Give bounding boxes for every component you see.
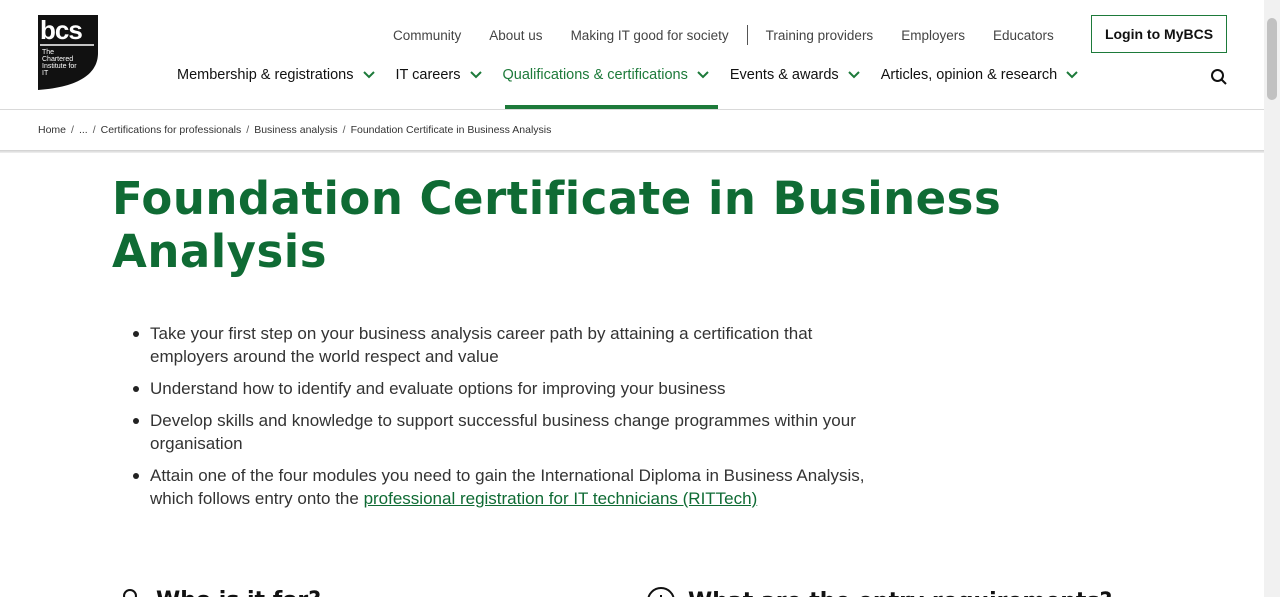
chevron-down-icon: [469, 71, 482, 79]
main-nav: Membership & registrations IT careers Qu…: [177, 64, 1079, 86]
breadcrumb-divider: [0, 150, 1264, 153]
breadcrumb-business-analysis[interactable]: Business analysis: [254, 124, 337, 136]
util-link-employers[interactable]: Employers: [901, 28, 965, 43]
rittech-link[interactable]: professional registration for IT technic…: [364, 489, 758, 508]
list-item: Understand how to identify and evaluate …: [130, 377, 890, 400]
utility-nav: Community About us Making IT good for so…: [393, 25, 1054, 45]
section-title: Who is it for?: [156, 588, 321, 597]
util-link-community[interactable]: Community: [393, 28, 461, 43]
active-nav-indicator: [505, 105, 718, 109]
util-link-educators[interactable]: Educators: [993, 28, 1054, 43]
nav-articles[interactable]: Articles, opinion & research: [881, 67, 1080, 83]
scrollbar[interactable]: [1264, 0, 1280, 597]
list-item: Take your first step on your business an…: [130, 322, 890, 368]
nav-label: IT careers: [395, 67, 461, 83]
breadcrumb-current[interactable]: Foundation Certificate in Business Analy…: [351, 124, 552, 136]
chevron-down-icon: [1066, 71, 1078, 79]
breadcrumb: Home / ... / Certifications for professi…: [38, 124, 552, 136]
benefits-list: Take your first step on your business an…: [130, 322, 890, 519]
list-item: Develop skills and knowledge to support …: [130, 409, 890, 455]
nav-membership[interactable]: Membership & registrations: [177, 67, 376, 83]
util-divider: [746, 25, 748, 45]
util-link-making-it-good[interactable]: Making IT good for society: [571, 28, 729, 43]
bcs-logo[interactable]: bcs The Chartered Institute for IT: [38, 15, 98, 90]
info-icon: [647, 587, 675, 597]
entry-requirements-heading: What are the entry requirements?: [646, 586, 1112, 597]
breadcrumb-certifications[interactable]: Certifications for professionals: [101, 124, 242, 136]
section-title: What are the entry requirements?: [688, 589, 1112, 597]
breadcrumb-ellipsis[interactable]: ...: [79, 124, 88, 136]
chevron-down-icon: [697, 71, 709, 79]
nav-events[interactable]: Events & awards: [730, 67, 861, 83]
search-icon[interactable]: [1210, 68, 1228, 86]
nav-qualifications[interactable]: Qualifications & certifications: [503, 67, 710, 83]
nav-label: Qualifications & certifications: [502, 67, 688, 83]
logo-wordmark: bcs: [40, 15, 83, 45]
nav-label: Events & awards: [729, 67, 839, 83]
chevron-down-icon: [847, 71, 860, 79]
list-item: Attain one of the four modules you need …: [130, 464, 890, 510]
login-button[interactable]: Login to MyBCS: [1091, 15, 1227, 53]
nav-label: Membership & registrations: [177, 67, 354, 83]
scrollbar-thumb[interactable]: [1267, 18, 1277, 100]
page-title: Foundation Certificate in Business Analy…: [112, 172, 1002, 278]
site-header: bcs The Chartered Institute for IT Commu…: [0, 0, 1264, 110]
util-link-training-providers[interactable]: Training providers: [766, 28, 874, 43]
person-icon: [123, 589, 137, 597]
logo-tagline: The Chartered Institute for IT: [42, 49, 77, 77]
nav-it-careers[interactable]: IT careers: [396, 67, 483, 83]
breadcrumb-home[interactable]: Home: [38, 124, 66, 136]
nav-label: Articles, opinion & research: [880, 67, 1058, 83]
who-is-it-for-heading: Who is it for?: [116, 586, 321, 597]
chevron-down-icon: [362, 71, 375, 79]
util-link-about-us[interactable]: About us: [489, 28, 542, 43]
